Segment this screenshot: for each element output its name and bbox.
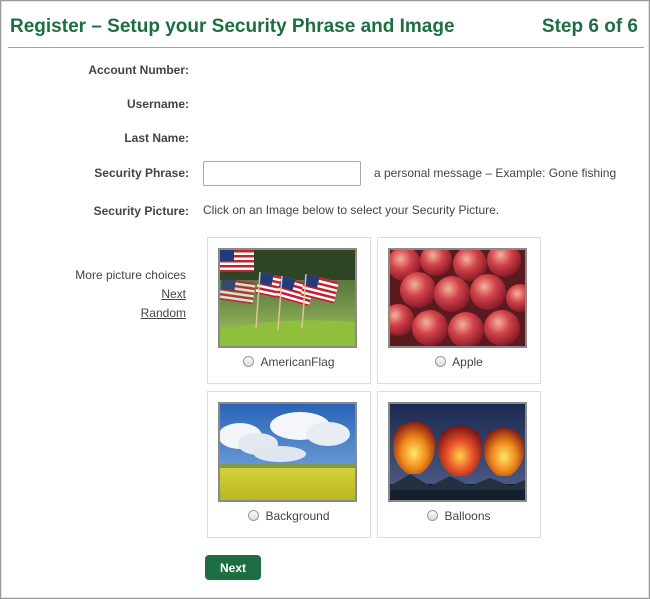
security-phrase-input[interactable] (203, 161, 361, 186)
picture-card-americanflag[interactable]: AmericanFlag (207, 237, 371, 384)
page-title: Register – Setup your Security Phrase an… (10, 16, 455, 37)
last-name-label: Last Name: (124, 131, 189, 145)
balloons-label: Balloons (444, 509, 491, 523)
step-indicator: Step 6 of 6 (541, 16, 638, 37)
security-phrase-hint: a personal message – Example: Gone fishi… (374, 166, 617, 180)
picture-option-americanflag[interactable]: AmericanFlag (208, 355, 370, 369)
apple-photo[interactable] (388, 248, 527, 348)
americanflag-label: AmericanFlag (260, 355, 335, 369)
picture-option-balloons[interactable]: Balloons (378, 509, 540, 523)
random-choices-link[interactable]: Random (75, 304, 186, 323)
balloons-photo[interactable] (388, 402, 527, 502)
apple-radio[interactable] (435, 356, 447, 367)
background-photo[interactable] (218, 402, 357, 502)
picture-choices: More picture choices Next Random (75, 266, 186, 323)
account-number-label: Account Number: (88, 63, 189, 77)
picture-card-apple[interactable]: Apple (377, 237, 541, 384)
apple-label: Apple (452, 355, 483, 369)
americanflag-radio[interactable] (243, 356, 255, 367)
background-radio[interactable] (248, 510, 260, 521)
username-label: Username: (126, 97, 189, 111)
security-picture-label: Security Picture: (93, 204, 189, 218)
security-phrase-label: Security Phrase: (94, 166, 189, 180)
picture-card-balloons[interactable]: Balloons (377, 391, 541, 538)
security-picture-instruction: Click on an Image below to select your S… (203, 203, 500, 217)
background-label: Background (265, 509, 330, 523)
picture-option-apple[interactable]: Apple (378, 355, 540, 369)
page-header: Register – Setup your Security Phrase an… (8, 10, 644, 48)
picture-card-background[interactable]: Background (207, 391, 371, 538)
more-choices-caption: More picture choices (75, 268, 186, 282)
balloons-radio[interactable] (427, 510, 439, 521)
next-choices-link[interactable]: Next (75, 285, 186, 304)
picture-option-background[interactable]: Background (208, 509, 370, 523)
american-flag-photo[interactable] (218, 248, 357, 348)
next-button[interactable]: Next (205, 555, 261, 580)
